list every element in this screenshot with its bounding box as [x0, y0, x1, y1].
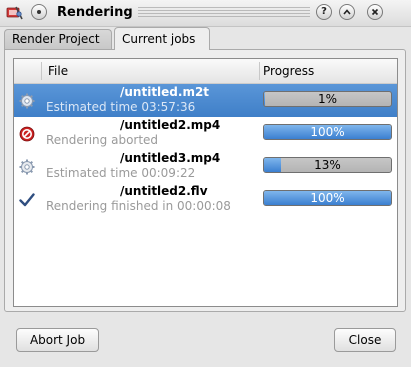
gear-icon	[19, 93, 35, 109]
gear-icon	[19, 159, 35, 175]
stop-icon	[19, 126, 35, 142]
job-filename: /untitled2.mp4	[120, 118, 221, 132]
title-bar: Rendering ?	[0, 0, 411, 27]
job-progress-bar: 100%	[263, 190, 392, 206]
tab-current-jobs[interactable]: Current jobs	[114, 27, 210, 50]
abort-job-label: Abort Job	[29, 333, 86, 347]
close-label: Close	[348, 333, 382, 347]
progress-label: 13%	[314, 158, 341, 172]
progress-label: 100%	[310, 191, 345, 205]
job-row[interactable]: /untitled3.mp4 Estimated time 00:09:22 1…	[14, 150, 397, 183]
close-icon	[371, 8, 379, 16]
tab-bar: Render Project Current jobs	[4, 27, 404, 50]
close-button[interactable]: Close	[334, 328, 396, 352]
job-filename: /untitled2.flv	[120, 184, 208, 198]
job-row[interactable]: /untitled.m2t Estimated time 03:57:36 1%	[14, 84, 397, 117]
job-filename: /untitled3.mp4	[120, 151, 221, 165]
window-title: Rendering	[57, 5, 133, 20]
titlebar-grip	[138, 7, 310, 19]
job-status: Rendering aborted	[46, 133, 159, 147]
job-status: Rendering finished in 00:00:08	[46, 199, 231, 213]
job-progress-bar: 1%	[263, 91, 392, 107]
help-button[interactable]: ?	[316, 4, 332, 20]
shade-button[interactable]	[339, 4, 355, 20]
progress-label: 1%	[317, 92, 338, 106]
job-status: Estimated time 00:09:22	[46, 166, 196, 180]
close-window-button[interactable]	[367, 4, 383, 20]
column-header-progress[interactable]: Progress	[263, 64, 314, 78]
window-menu-button[interactable]	[31, 4, 47, 20]
column-header-file[interactable]: File	[48, 64, 68, 78]
job-row[interactable]: /untitled2.flv Rendering finished in 00:…	[14, 183, 397, 216]
tab-render-project[interactable]: Render Project	[4, 29, 112, 49]
column-separator	[259, 62, 260, 80]
column-separator	[41, 62, 42, 80]
job-progress-bar: 100%	[263, 124, 392, 140]
dot-icon	[37, 10, 41, 14]
chevron-up-icon	[343, 9, 351, 15]
abort-job-button[interactable]: Abort Job	[16, 328, 99, 352]
job-progress-bar: 13%	[263, 157, 392, 173]
job-row[interactable]: /untitled2.mp4 Rendering aborted 100%	[14, 117, 397, 150]
jobs-list[interactable]: File Progress /untitled.m2t Estimated ti…	[13, 58, 398, 307]
checkmark-icon	[19, 193, 35, 207]
job-status: Estimated time 03:57:36	[46, 100, 196, 114]
progress-label: 100%	[310, 125, 345, 139]
render-app-icon	[6, 6, 23, 20]
job-filename: /untitled.m2t	[120, 85, 210, 99]
list-header: File Progress	[14, 59, 397, 84]
